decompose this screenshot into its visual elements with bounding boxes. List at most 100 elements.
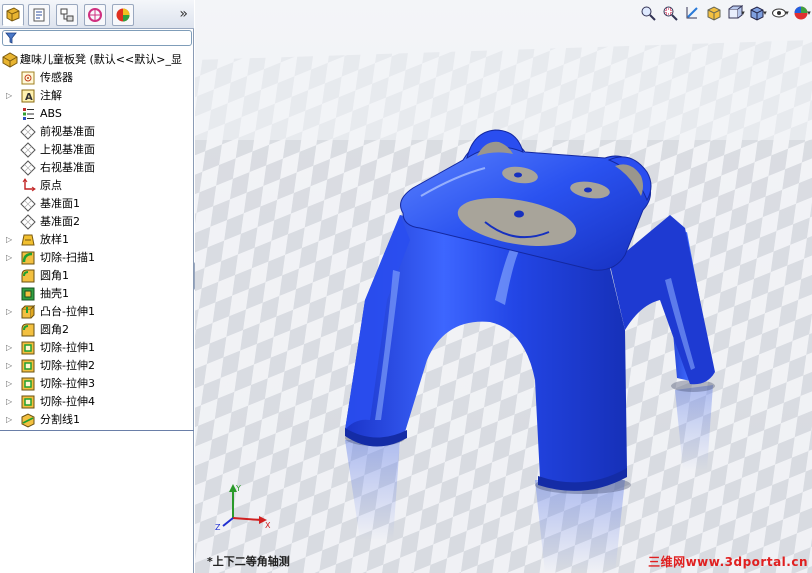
property-manager-icon	[33, 8, 45, 22]
section-view-button[interactable]	[704, 3, 724, 23]
display-manager-icon	[116, 8, 130, 22]
section-view-icon	[707, 6, 721, 21]
dimxpert-icon	[88, 8, 102, 22]
tree-item-label: 抽壳1	[40, 287, 69, 300]
tab-display-manager[interactable]	[112, 4, 134, 26]
tree-item[interactable]: ▷ 放样1	[0, 231, 194, 249]
expand-arrow-icon[interactable]: ▷	[6, 308, 12, 316]
hide-show-button[interactable]: ▾	[770, 3, 790, 23]
feature-tree-icon	[6, 7, 20, 22]
tree-item[interactable]: 传感器	[0, 69, 194, 87]
expand-arrow-icon[interactable]: ▷	[6, 416, 12, 424]
cut-extrude-icon	[21, 377, 35, 391]
tab-featuremanager[interactable]	[2, 4, 24, 26]
tree-item[interactable]: ▷ A 注解	[0, 87, 194, 105]
zoom-to-fit-button[interactable]	[638, 3, 658, 23]
boss-extrude-icon	[21, 304, 36, 319]
tree-item-label: 切除-拉伸4	[40, 395, 95, 408]
tree-item[interactable]: 圆角2	[0, 321, 194, 339]
tree-item-label: 上视基准面	[40, 143, 95, 156]
fillet-icon	[21, 269, 35, 283]
tree-item[interactable]: 抽壳1	[0, 285, 194, 303]
expand-arrow-icon[interactable]: ▷	[6, 362, 12, 370]
tree-item-label: 基准面2	[40, 215, 80, 228]
expand-arrow-icon[interactable]: ▷	[6, 344, 12, 352]
watermark-text: 三维网www.3dportal.cn	[648, 555, 808, 569]
tab-configurationmanager[interactable]	[56, 4, 78, 26]
split-line-icon	[21, 413, 35, 428]
graphics-viewport[interactable]: Y X Z ▾ ▾ ▾ ▾ *上下二等角轴测 三维网www.3dportal.c…	[195, 0, 812, 573]
tab-dimxpert[interactable]	[84, 4, 106, 26]
view-orientation-button[interactable]: ▾	[726, 3, 746, 23]
expand-arrow-icon[interactable]: ▷	[6, 380, 12, 388]
expand-arrow-icon[interactable]: ▷	[6, 398, 12, 406]
shell-icon	[21, 287, 35, 301]
plane-icon	[20, 196, 36, 212]
expand-arrow-icon[interactable]: ▷	[6, 236, 12, 244]
zoom-to-area-button[interactable]	[660, 3, 680, 23]
cut-sweep-icon	[21, 251, 35, 265]
tab-propertymanager[interactable]	[28, 4, 50, 26]
expand-arrow-icon[interactable]: ▷	[6, 254, 12, 262]
tree-item-label: 前视基准面	[40, 125, 95, 138]
plane-icon	[20, 214, 36, 230]
tree-item[interactable]: ABS	[0, 105, 194, 123]
tree-item[interactable]: 基准面2	[0, 213, 194, 231]
tree-item-label: 右视基准面	[40, 161, 95, 174]
tree-item[interactable]: ▷ 切除-拉伸3	[0, 375, 194, 393]
svg-text:Z: Z	[215, 523, 221, 530]
tree-item[interactable]: 右视基准面	[0, 159, 194, 177]
svg-text:X: X	[265, 521, 271, 530]
tree-item-label: 原点	[40, 179, 62, 192]
tree-item-label: 基准面1	[40, 197, 80, 210]
part-icon	[2, 52, 18, 68]
expand-arrow-icon[interactable]: ▷	[6, 92, 12, 100]
svg-text:A: A	[25, 92, 33, 103]
tree-root-label: 趣味儿童板凳 (默认<<默认>_显	[20, 53, 182, 66]
configuration-manager-icon	[60, 8, 74, 22]
cut-extrude-icon	[21, 395, 35, 409]
previous-view-icon	[686, 7, 698, 19]
axis-triad: Y X Z	[215, 484, 271, 530]
tree-item-label: 放样1	[40, 233, 69, 246]
tree-item[interactable]: ▷ 切除-拉伸1	[0, 339, 194, 357]
model-scene	[195, 0, 812, 573]
tree-item[interactable]: ▷ 凸台-拉伸1	[0, 303, 194, 321]
tree-end-line	[0, 430, 194, 431]
tree-item-label: 分割线1	[40, 413, 80, 426]
tree-filter-input[interactable]	[2, 30, 192, 46]
tree-item-label: 切除-拉伸1	[40, 341, 95, 354]
feature-manager-panel: » 趣味儿童板凳 (默认<<默认>_显 传感器 ▷ A 注解 ABS 前视基准面上视基准面…	[0, 0, 194, 573]
appearance-button[interactable]: ▾	[792, 3, 812, 23]
fillet-icon	[21, 323, 35, 337]
annotation-icon: A	[21, 89, 35, 103]
filter-icon	[5, 32, 17, 44]
heads-up-view-toolbar: ▾ ▾ ▾ ▾	[638, 2, 812, 24]
zoom-to-area-icon	[663, 6, 678, 21]
tree-item[interactable]: 上视基准面	[0, 141, 194, 159]
cut-extrude-icon	[21, 359, 35, 373]
tree-item[interactable]: ▷ 切除-拉伸2	[0, 357, 194, 375]
tree-item-label: 圆角2	[40, 323, 69, 336]
view-orientation-label: *上下二等角轴测	[207, 555, 290, 568]
tree-item[interactable]: 前视基准面	[0, 123, 194, 141]
tree-item[interactable]: ▷ 分割线1	[0, 411, 194, 429]
display-style-button[interactable]: ▾	[748, 3, 768, 23]
cut-extrude-icon	[21, 341, 35, 355]
tree-item[interactable]: ▷ 切除-扫描1	[0, 249, 194, 267]
tree-item[interactable]: 圆角1	[0, 267, 194, 285]
tree-item[interactable]: 基准面1	[0, 195, 194, 213]
plane-icon	[20, 142, 36, 158]
more-tabs-chevron-icon[interactable]: »	[179, 6, 188, 22]
tree-item-label: 注解	[40, 89, 62, 102]
tree-root[interactable]: 趣味儿童板凳 (默认<<默认>_显	[0, 51, 194, 69]
plane-icon	[20, 160, 36, 176]
plane-icon	[20, 124, 36, 140]
tree-item[interactable]: 原点	[0, 177, 194, 195]
tree-item-label: 切除-扫描1	[40, 251, 95, 264]
tree-item[interactable]: ▷ 切除-拉伸4	[0, 393, 194, 411]
origin-icon	[22, 178, 36, 192]
tree-item-label: ABS	[40, 107, 62, 120]
previous-view-button[interactable]	[682, 3, 702, 23]
tree-item-label: 凸台-拉伸1	[40, 305, 95, 318]
